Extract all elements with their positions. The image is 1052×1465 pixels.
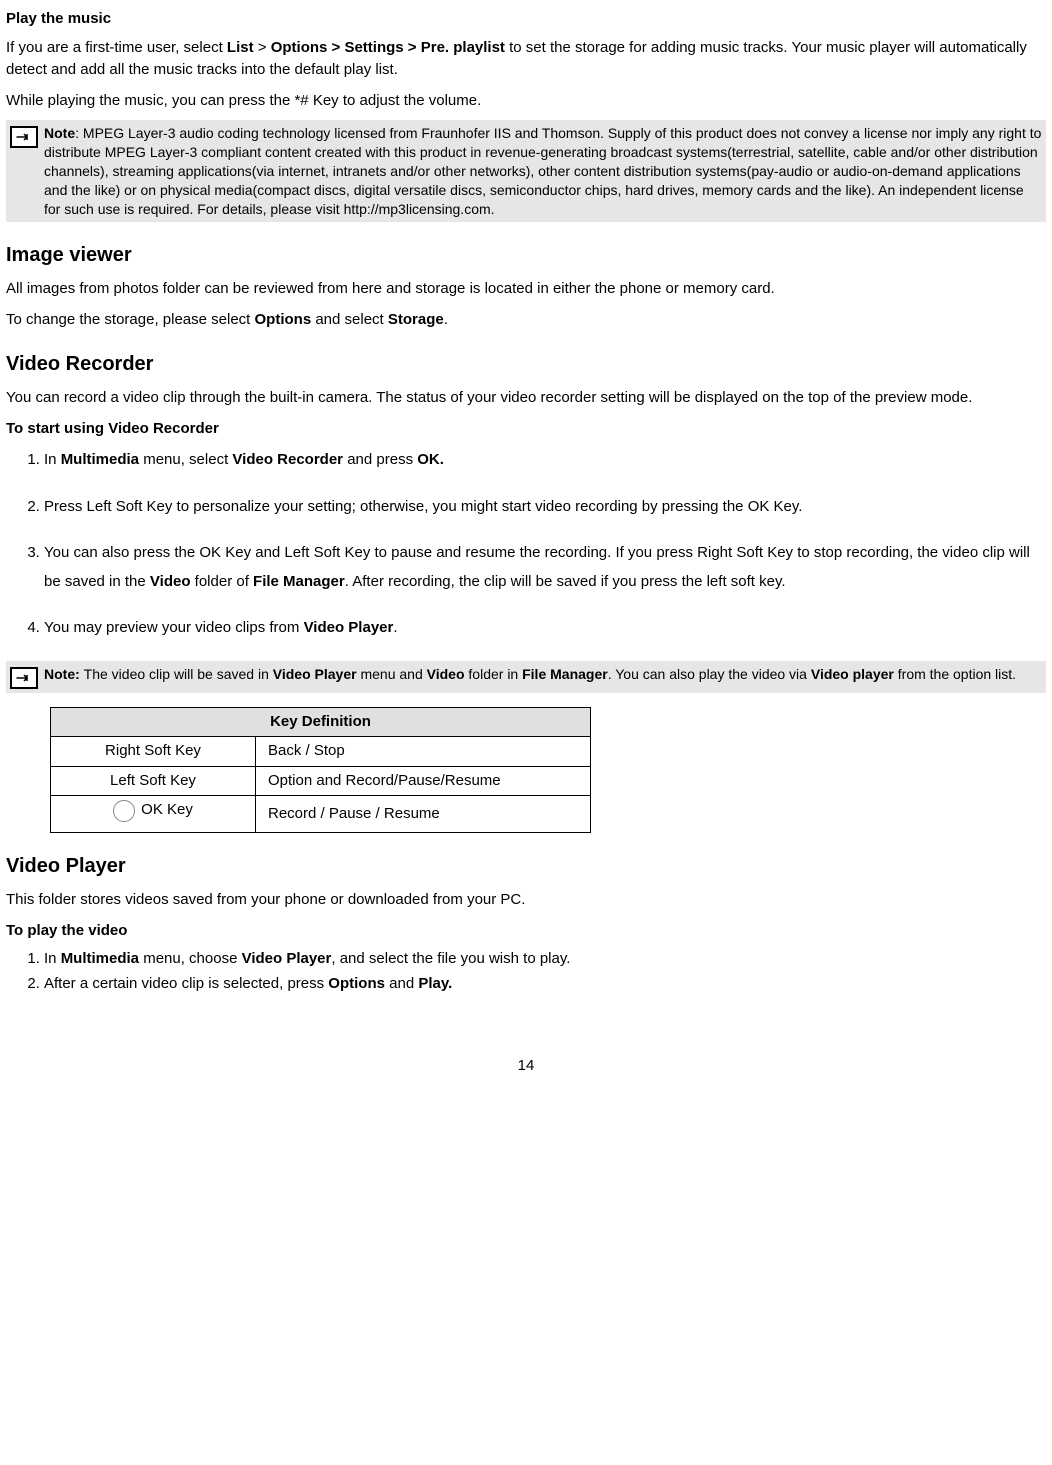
- note-label: Note: [44, 125, 75, 141]
- text: , and select the file you wish to play.: [331, 950, 570, 967]
- text-bold: Options: [255, 311, 312, 328]
- image-viewer-paragraph-1: All images from photos folder can be rev…: [6, 278, 1046, 301]
- note-sep: :: [75, 125, 83, 141]
- play-music-paragraph-1: If you are a first-time user, select Lis…: [6, 37, 1046, 82]
- text-bold: File Manager: [522, 666, 608, 682]
- table-cell-def: Record / Pause / Resume: [256, 796, 591, 833]
- image-viewer-paragraph-2: To change the storage, please select Opt…: [6, 309, 1046, 332]
- list-item: In Multimedia menu, choose Video Player,…: [44, 948, 1046, 971]
- text-bold: Video Player: [242, 950, 332, 967]
- play-music-heading: Play the music: [6, 8, 1046, 31]
- text-bold: Video Recorder: [232, 451, 343, 468]
- text: To change the storage, please select: [6, 311, 255, 328]
- text-bold: OK.: [417, 451, 444, 468]
- text: You may preview your video clips from: [44, 619, 304, 636]
- key-definition-table: Key Definition Right Soft Key Back / Sto…: [50, 707, 591, 833]
- note-content: Note: MPEG Layer-3 audio coding technolo…: [44, 124, 1042, 218]
- table-row: OK Key Record / Pause / Resume: [51, 796, 591, 833]
- video-recorder-heading: Video Recorder: [6, 349, 1046, 379]
- table-row: Left Soft Key Option and Record/Pause/Re…: [51, 766, 591, 796]
- table-cell-key: OK Key: [51, 796, 256, 833]
- text-bold: Multimedia: [61, 950, 139, 967]
- text: If you are a first-time user, select: [6, 39, 227, 56]
- table-cell-key: Right Soft Key: [51, 737, 256, 767]
- list-item: You may preview your video clips from Vi…: [44, 614, 1046, 643]
- text-bold: Video Player: [304, 619, 394, 636]
- text-bold: Multimedia: [61, 451, 139, 468]
- list-item: After a certain video clip is selected, …: [44, 973, 1046, 996]
- ok-key-circle-icon: [113, 800, 135, 822]
- text-bold: Storage: [388, 311, 444, 328]
- table-cell-def: Option and Record/Pause/Resume: [256, 766, 591, 796]
- table-header-row: Key Definition: [51, 707, 591, 737]
- video-player-intro: This folder stores videos saved from you…: [6, 889, 1046, 912]
- text: The video clip will be saved in: [84, 666, 273, 682]
- text: .: [393, 619, 397, 636]
- text-bold: Play.: [418, 975, 452, 992]
- note-arrow-icon: [10, 126, 38, 148]
- text: In: [44, 451, 61, 468]
- text: .: [444, 311, 448, 328]
- list-item: Press Left Soft Key to personalize your …: [44, 493, 1046, 522]
- text: and select: [311, 311, 388, 328]
- text-bold: File Manager: [253, 573, 345, 590]
- text: menu, select: [139, 451, 232, 468]
- table-cell-def: Back / Stop: [256, 737, 591, 767]
- text: . After recording, the clip will be save…: [345, 573, 786, 590]
- page-number: 14: [6, 1055, 1046, 1078]
- note-text: MPEG Layer-3 audio coding technology lic…: [44, 125, 1041, 217]
- video-recorder-steps: In Multimedia menu, select Video Recorde…: [6, 446, 1046, 643]
- text: and: [385, 975, 418, 992]
- text: In: [44, 950, 61, 967]
- video-recorder-subheading: To start using Video Recorder: [6, 418, 1046, 441]
- video-recorder-intro: You can record a video clip through the …: [6, 387, 1046, 410]
- text: and press: [343, 451, 417, 468]
- video-player-heading: Video Player: [6, 851, 1046, 881]
- text: menu and: [357, 666, 427, 682]
- text: OK Key: [141, 799, 193, 822]
- video-player-subheading: To play the video: [6, 920, 1046, 943]
- text: folder in: [465, 666, 523, 682]
- text: . You can also play the video via: [608, 666, 811, 682]
- text: After a certain video clip is selected, …: [44, 975, 328, 992]
- text-bold: Options: [328, 975, 385, 992]
- text-bold: Options > Settings > Pre. playlist: [271, 39, 505, 56]
- text: folder of: [191, 573, 254, 590]
- text-bold: Video Player: [273, 666, 357, 682]
- text-bold: Video player: [811, 666, 894, 682]
- text-bold: Video: [150, 573, 191, 590]
- table-row: Right Soft Key Back / Stop: [51, 737, 591, 767]
- list-item: You can also press the OK Key and Left S…: [44, 539, 1046, 596]
- image-viewer-heading: Image viewer: [6, 240, 1046, 270]
- text-bold: Video: [427, 666, 465, 682]
- note-box: Note: The video clip will be saved in Vi…: [6, 661, 1046, 693]
- note-arrow-icon: [10, 667, 38, 689]
- table-header: Key Definition: [51, 707, 591, 737]
- table-cell-key: Left Soft Key: [51, 766, 256, 796]
- note-box: Note: MPEG Layer-3 audio coding technolo…: [6, 120, 1046, 222]
- text: >: [254, 39, 271, 56]
- text: from the option list.: [894, 666, 1016, 682]
- video-player-steps: In Multimedia menu, choose Video Player,…: [6, 948, 1046, 995]
- play-music-paragraph-2: While playing the music, you can press t…: [6, 90, 1046, 113]
- note-content: Note: The video clip will be saved in Vi…: [44, 665, 1042, 684]
- note-label: Note:: [44, 666, 84, 682]
- text-bold: List: [227, 39, 254, 56]
- text: menu, choose: [139, 950, 242, 967]
- list-item: In Multimedia menu, select Video Recorde…: [44, 446, 1046, 475]
